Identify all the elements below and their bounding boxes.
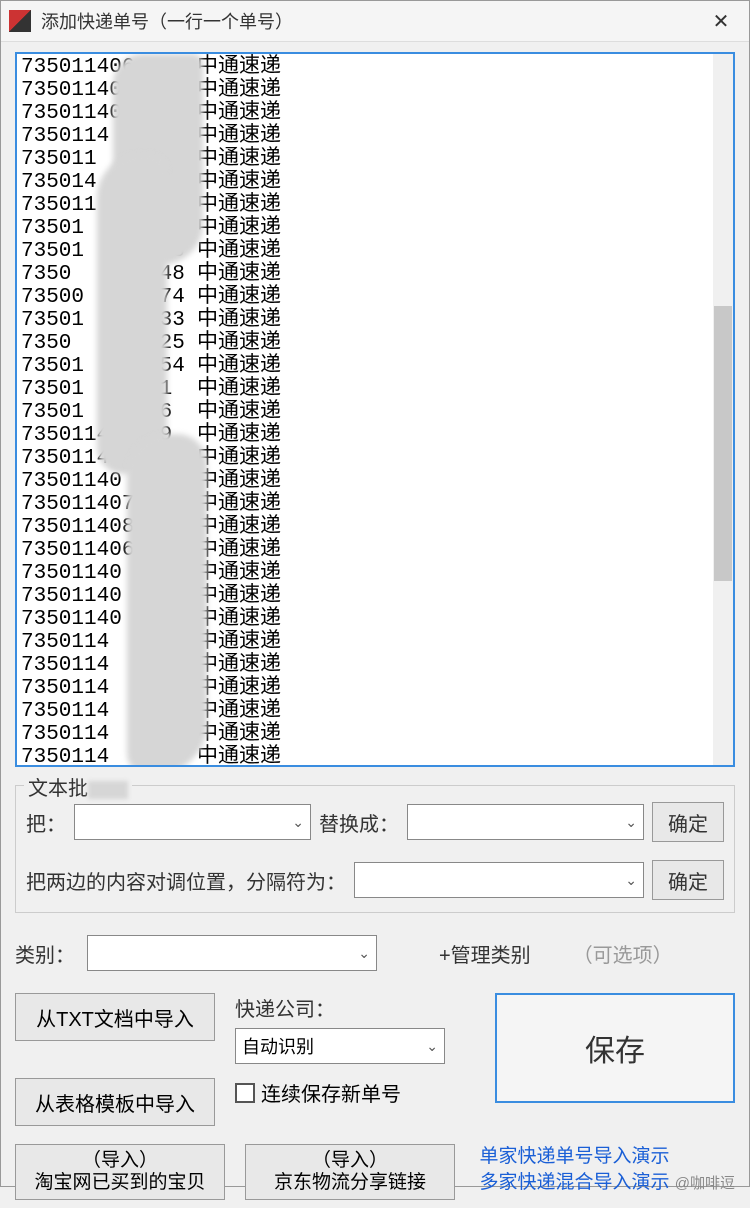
chevron-down-icon: ⌄: [625, 872, 637, 889]
tracking-textarea[interactable]: 735011406中通速递735011409中通速递73501140中通速递73…: [15, 52, 735, 767]
group-title: 文本批: [24, 772, 132, 801]
import-txt-button[interactable]: 从TXT文档中导入: [15, 993, 215, 1041]
watermark: @咖啡逗: [675, 1175, 735, 1192]
titlebar: 添加快递单号（一行一个单号） ✕: [1, 1, 749, 42]
confirm-swap-button[interactable]: 确定: [652, 860, 724, 900]
save-button[interactable]: 保存: [495, 993, 735, 1103]
courier-value: 自动识别: [242, 1033, 314, 1059]
import-taobao-button[interactable]: （导入） 淘宝网已买到的宝贝: [15, 1144, 225, 1200]
checkbox-icon: [235, 1083, 255, 1103]
chevron-down-icon: ⌄: [625, 814, 637, 831]
replace-to-combo[interactable]: ⌄: [407, 804, 644, 840]
text-batch-group: 文本批 把： ⌄ 替换成： ⌄ 确定 把两边的内容对调位置，分隔符为： ⌄ 确定: [15, 785, 735, 913]
import-template-button[interactable]: 从表格模板中导入: [15, 1078, 215, 1126]
replace-from-combo[interactable]: ⌄: [74, 804, 311, 840]
label-put: 把：: [26, 808, 66, 837]
chevron-down-icon: ⌄: [292, 814, 304, 831]
demo-link-single[interactable]: 单家快递单号导入演示: [479, 1144, 735, 1170]
category-combo[interactable]: ⌄: [87, 935, 377, 971]
continuous-save-checkbox[interactable]: 连续保存新单号: [235, 1078, 475, 1107]
content-area: 735011406中通速递735011409中通速递73501140中通速递73…: [1, 42, 749, 1208]
courier-label: 快递公司：: [235, 993, 475, 1022]
swap-delimiter-combo[interactable]: ⌄: [354, 862, 644, 898]
optional-label: （可选项）: [573, 939, 673, 968]
chevron-down-icon: ⌄: [426, 1038, 438, 1055]
label-category: 类别：: [15, 939, 75, 968]
scrollbar-thumb[interactable]: [714, 306, 732, 581]
label-replace-to: 替换成：: [319, 808, 399, 837]
scrollbar-vertical[interactable]: [713, 54, 733, 765]
confirm-replace-button[interactable]: 确定: [652, 802, 724, 842]
import-jd-button[interactable]: （导入） 京东物流分享链接: [245, 1144, 455, 1200]
window-title: 添加快递单号（一行一个单号）: [41, 8, 701, 34]
courier-combo[interactable]: 自动识别 ⌄: [235, 1028, 445, 1064]
app-icon: [9, 10, 31, 32]
chevron-down-icon: ⌄: [358, 945, 370, 962]
continuous-save-label: 连续保存新单号: [261, 1078, 401, 1107]
demo-link-multi[interactable]: 多家快递混合导入演示 @咖啡逗: [479, 1170, 735, 1197]
label-swap: 把两边的内容对调位置，分隔符为：: [26, 866, 346, 895]
manage-category-link[interactable]: +管理类别: [439, 939, 531, 968]
dialog-window: 添加快递单号（一行一个单号） ✕ 735011406中通速递735011409中…: [0, 0, 750, 1187]
close-button[interactable]: ✕: [701, 1, 741, 41]
